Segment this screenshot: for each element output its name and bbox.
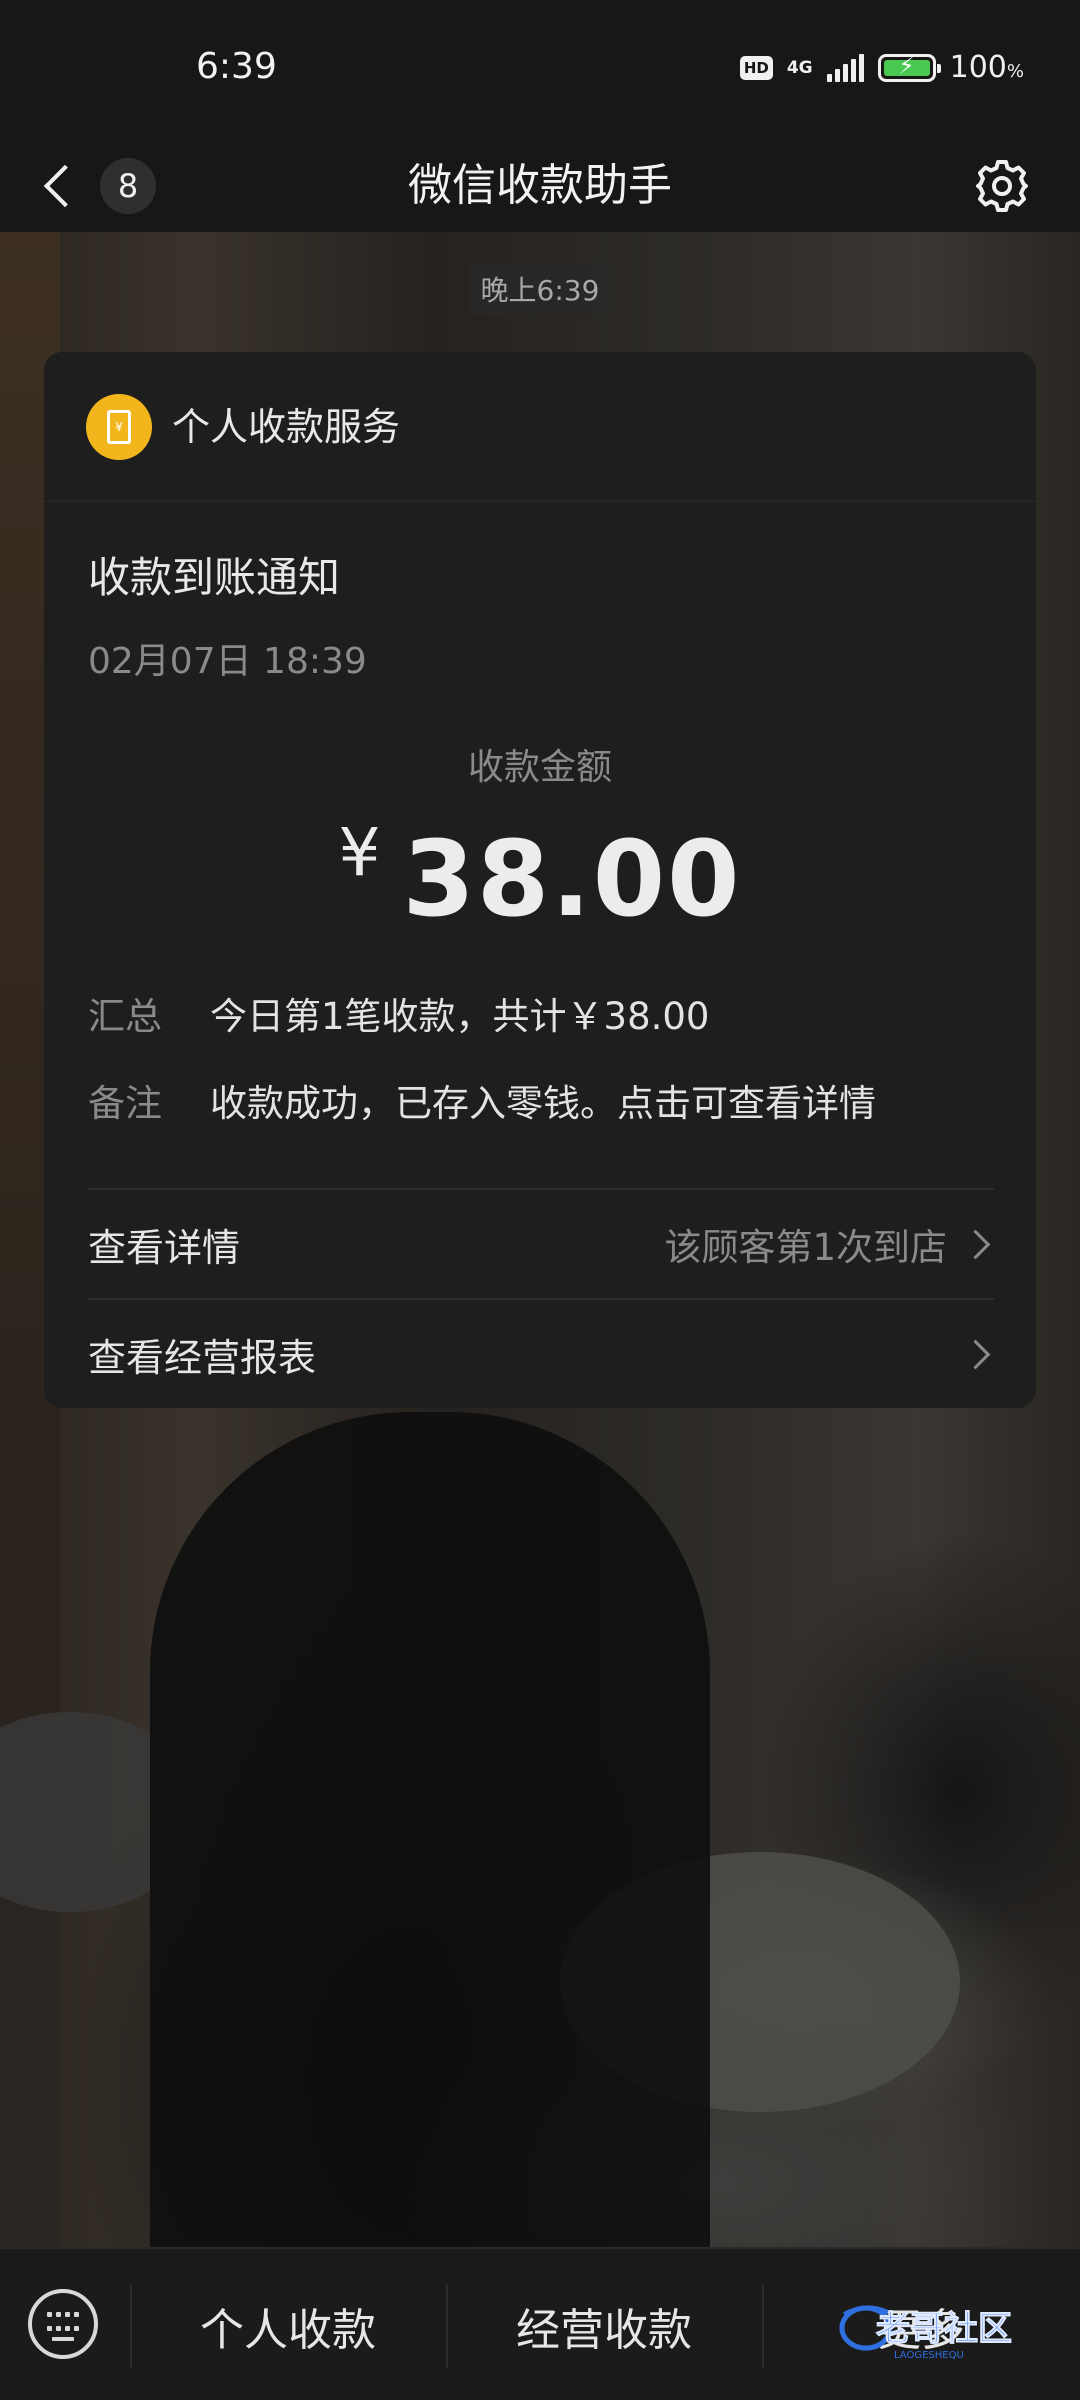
page-title: 微信收款助手: [408, 160, 672, 211]
menu-personal-payment[interactable]: 个人收款: [130, 2249, 446, 2400]
amount-label: 收款金额: [467, 747, 612, 788]
view-report-link[interactable]: 查看经营报表: [88, 1298, 994, 1408]
note-row: 备注 收款成功，已存入零钱。点击可查看详情: [88, 1073, 876, 1127]
service-name: 个人收款服务: [172, 405, 401, 449]
back-button[interactable]: 8: [40, 140, 156, 232]
amount-number: 38.00: [402, 818, 742, 940]
note-key: 备注: [88, 1082, 162, 1125]
summary-value: 今日第1笔收款，共计￥38.00: [210, 995, 710, 1038]
view-details-link[interactable]: 查看详情 该顾客第1次到店: [88, 1188, 994, 1298]
unread-count-badge: 8: [100, 158, 156, 214]
watermark-text: 老哥社区: [876, 2309, 1012, 2349]
keyboard-icon[interactable]: [28, 2289, 98, 2359]
watermark-subtext: LAOGESHEQU: [894, 2350, 964, 2361]
chevron-left-icon: [43, 164, 87, 208]
summary-key: 汇总: [88, 995, 162, 1038]
amount-value: ¥38.00: [44, 814, 1036, 940]
status-icons: HD 4G ⚡ 100%: [739, 50, 1024, 85]
status-time: 6:39: [196, 46, 277, 87]
network-type: 4G: [786, 57, 813, 78]
gear-icon[interactable]: [974, 158, 1030, 214]
view-report-label: 查看经营报表: [88, 1335, 317, 1380]
nav-bar: 微信收款助手 8: [0, 140, 1080, 232]
notice-title: 收款到账通知: [88, 553, 341, 602]
community-watermark-logo: 老哥社区 LAOGESHEQU: [839, 2305, 1013, 2361]
customer-visit-hint: 该顾客第1次到店: [664, 1226, 947, 1269]
note-value: 收款成功，已存入零钱。点击可查看详情: [210, 1082, 876, 1125]
currency-symbol: ¥: [338, 814, 381, 891]
wallet-yuan-icon: ¥: [86, 394, 152, 460]
chevron-right-icon: [960, 1339, 991, 1369]
battery-percent: 100%: [949, 50, 1024, 85]
signal-icon: [826, 53, 864, 82]
hd-icon: HD: [739, 55, 773, 80]
chevron-right-icon: [960, 1229, 991, 1259]
battery-icon: ⚡: [877, 53, 941, 82]
menu-business-payment[interactable]: 经营收款: [446, 2249, 762, 2400]
chat-screen: 6:39 HD 4G ⚡ 100% 微信收款助手 8 晚上6:39 ¥ 个人收款…: [0, 0, 1080, 2400]
card-header[interactable]: ¥ 个人收款服务: [44, 352, 1036, 502]
view-details-label: 查看详情: [88, 1225, 241, 1270]
summary-row: 汇总 今日第1笔收款，共计￥38.00: [88, 986, 709, 1040]
message-timestamp: 晚上6:39: [468, 263, 612, 315]
payment-notification-card[interactable]: ¥ 个人收款服务 收款到账通知 02月07日 18:39 收款金额 ¥38.00…: [44, 352, 1036, 1408]
notice-time: 02月07日 18:39: [88, 641, 367, 682]
status-bar: 6:39 HD 4G ⚡ 100%: [0, 0, 1080, 140]
